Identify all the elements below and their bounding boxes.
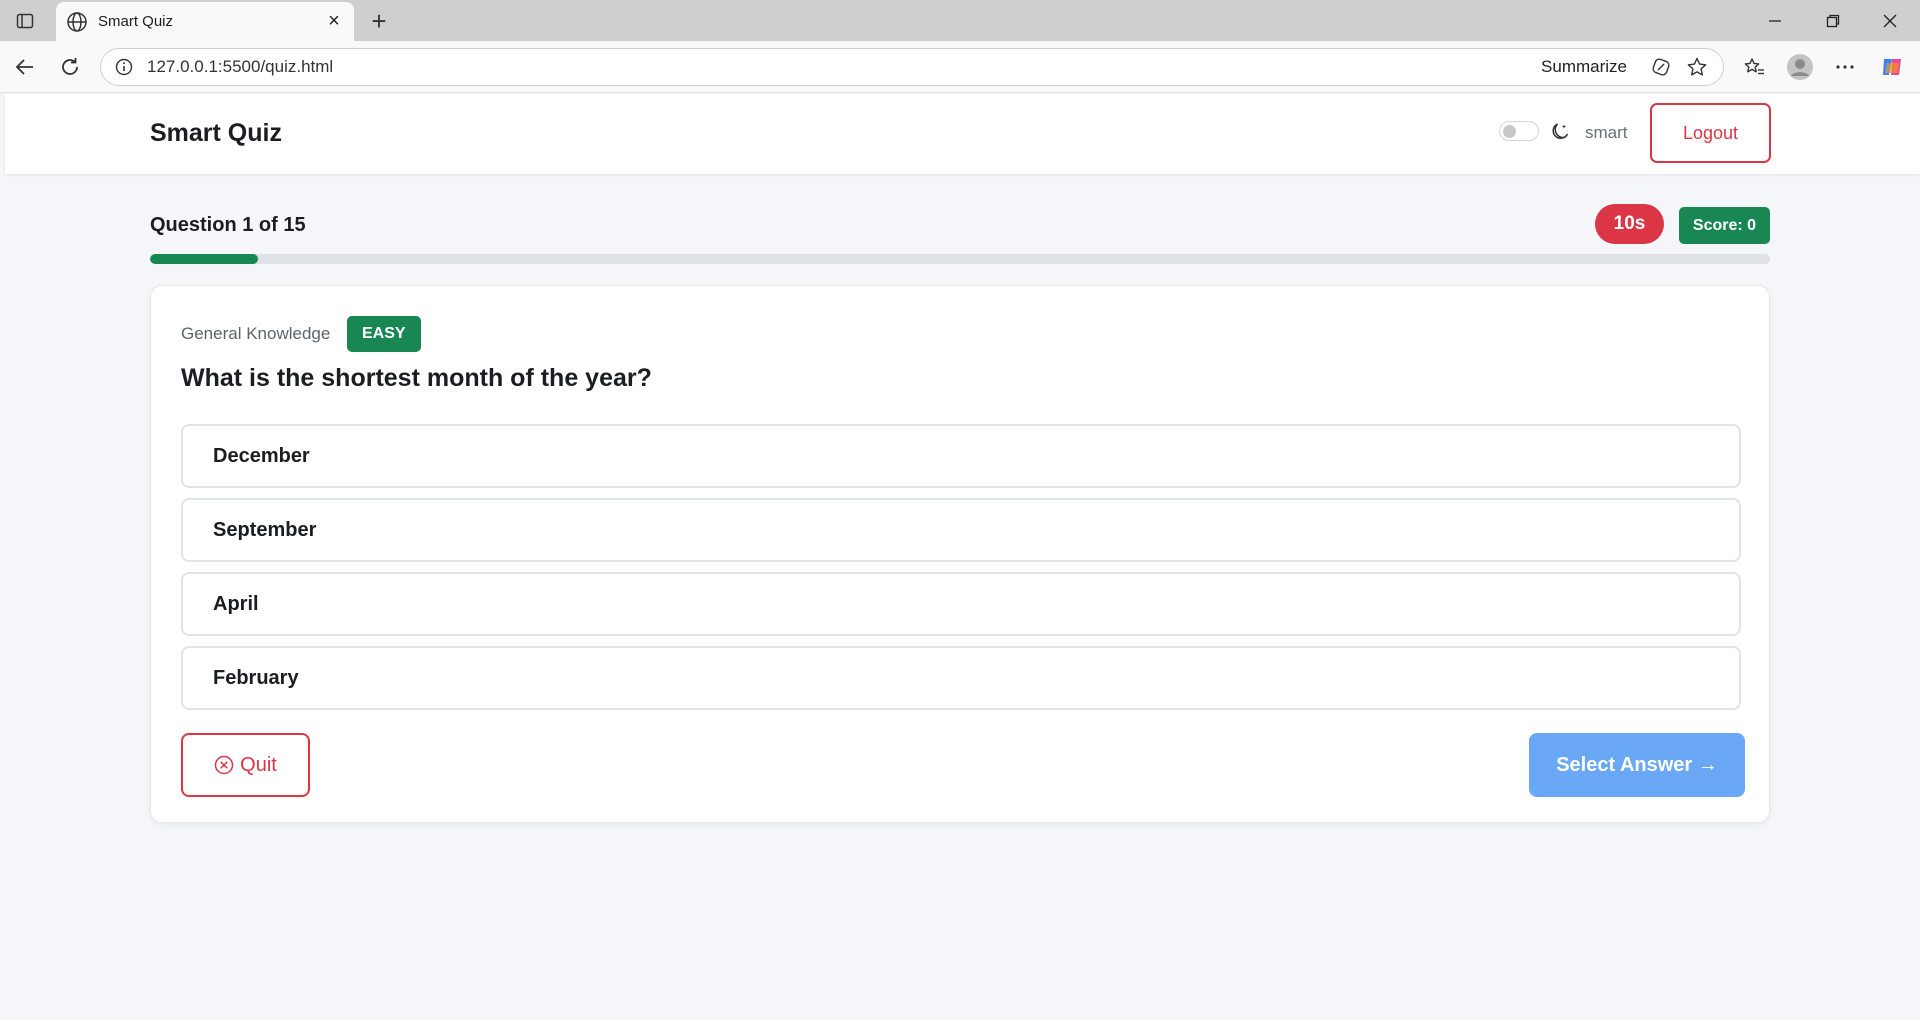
answer-option[interactable]: December <box>181 424 1741 488</box>
timer-badge: 10s <box>1595 204 1664 244</box>
favorite-star-icon[interactable] <box>1685 55 1709 79</box>
question-card: General Knowledge EASY What is the short… <box>150 285 1770 823</box>
score-badge: Score: 0 <box>1679 207 1770 244</box>
tab-title: Smart Quiz <box>98 13 174 30</box>
summarize-button[interactable]: Summarize <box>1541 57 1627 77</box>
back-arrow-icon[interactable] <box>10 52 40 82</box>
tab-actions-icon[interactable] <box>12 8 38 34</box>
x-circle-icon <box>214 755 234 775</box>
quit-label: Quit <box>240 753 277 776</box>
browser-tab[interactable]: Smart Quiz × <box>56 2 354 41</box>
category-label: General Knowledge <box>181 324 331 343</box>
browser-address-bar: 127.0.0.1:5500/quiz.html Summarize <box>0 41 1920 93</box>
question-counter: Question 1 of 15 <box>150 214 306 236</box>
dark-mode-toggle[interactable] <box>1499 121 1539 141</box>
restore-icon[interactable] <box>1813 6 1853 36</box>
info-icon[interactable] <box>115 58 133 76</box>
close-tab-icon[interactable]: × <box>324 10 344 32</box>
brand-title: Smart Quiz <box>150 119 282 147</box>
browser-tab-bar: Smart Quiz × + <box>0 0 1920 41</box>
question-text: What is the shortest month of the year? <box>181 364 652 392</box>
answer-option[interactable]: September <box>181 498 1741 562</box>
url-bar[interactable]: 127.0.0.1:5500/quiz.html Summarize <box>100 48 1724 86</box>
more-menu-icon[interactable] <box>1830 52 1860 82</box>
copilot-icon[interactable] <box>1877 52 1907 82</box>
difficulty-badge: EASY <box>347 316 421 352</box>
refresh-icon[interactable] <box>55 52 85 82</box>
quit-button[interactable]: Quit <box>181 733 310 797</box>
close-window-icon[interactable] <box>1870 6 1910 36</box>
progress-bar-fill <box>150 254 259 264</box>
quiz-page: Smart Quiz smart Logout Question 1 of 15… <box>5 94 1920 1018</box>
new-tab-icon[interactable]: + <box>364 6 394 36</box>
moon-icon <box>1552 123 1569 140</box>
answer-options: December September April February <box>181 424 1741 720</box>
url-text: 127.0.0.1:5500/quiz.html <box>147 57 334 76</box>
username-label: smart <box>1585 123 1628 142</box>
toggle-knob <box>1503 125 1516 138</box>
copilot-page-icon[interactable] <box>1649 55 1673 79</box>
logout-button[interactable]: Logout <box>1650 103 1771 163</box>
select-answer-button[interactable]: Select Answer → <box>1529 733 1745 797</box>
progress-bar <box>150 254 1770 264</box>
answer-option[interactable]: February <box>181 646 1741 710</box>
profile-avatar-icon[interactable] <box>1785 52 1815 82</box>
favorites-icon[interactable] <box>1739 52 1769 82</box>
globe-icon <box>67 11 87 32</box>
answer-option[interactable]: April <box>181 572 1741 636</box>
minimize-icon[interactable] <box>1755 6 1795 36</box>
app-header: Smart Quiz smart Logout <box>5 94 1920 174</box>
